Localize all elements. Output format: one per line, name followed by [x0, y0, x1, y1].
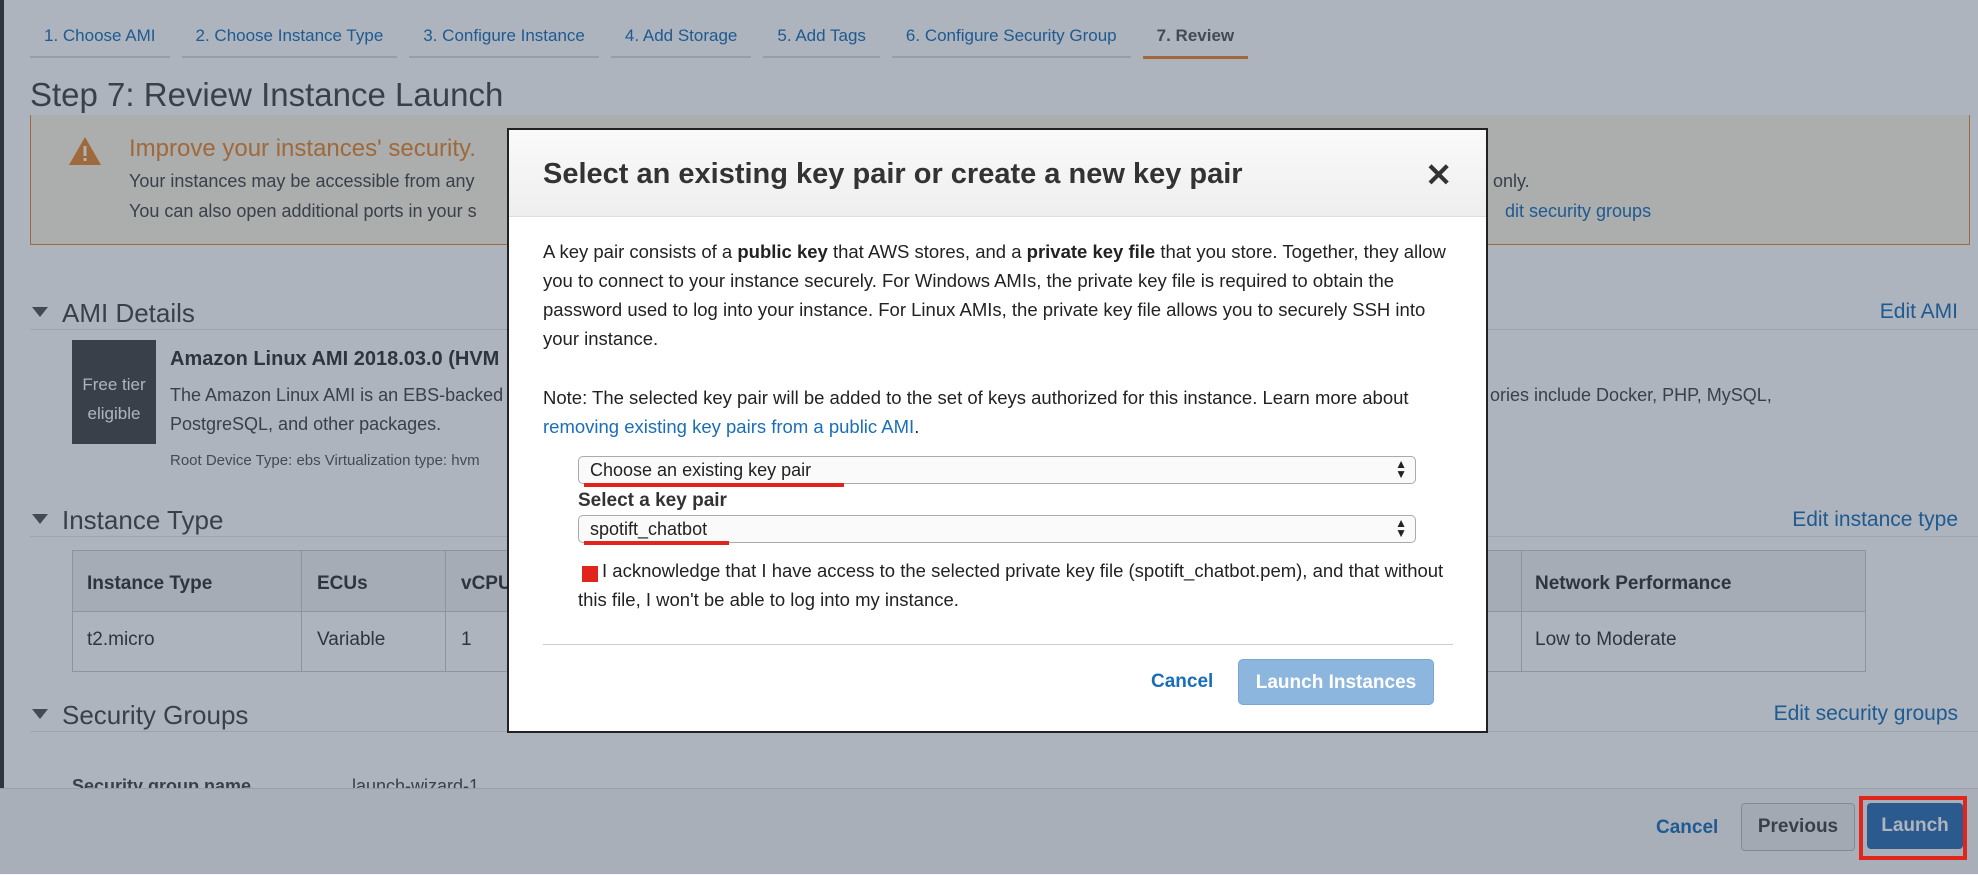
acknowledge-text: I acknowledge that I have access to the …	[578, 560, 1444, 610]
select-key-pair-label: Select a key pair	[578, 490, 727, 511]
key-pair-note: Note: The selected key pair will be adde…	[543, 383, 1463, 441]
text-bold: private key file	[1026, 241, 1156, 262]
key-pair-mode-select[interactable]: Choose an existing key pair ▲ ▼	[578, 456, 1416, 484]
text-part: A key pair consists of a	[543, 241, 738, 262]
divider	[543, 644, 1453, 645]
select-value: spotift_chatbot	[590, 519, 708, 539]
key-pair-dialog: Select an existing key pair or create a …	[507, 128, 1488, 733]
text-part: .	[914, 416, 920, 437]
select-value: Choose an existing key pair	[590, 460, 812, 480]
close-icon[interactable]: ✕	[1425, 156, 1452, 194]
dialog-title: Select an existing key pair or create a …	[543, 158, 1243, 190]
annotation-underline	[584, 483, 844, 487]
text-bold: public key	[737, 241, 828, 262]
launch-highlight-box	[1859, 796, 1967, 860]
annotation-underline	[584, 541, 729, 545]
key-pair-select[interactable]: spotift_chatbot ▲ ▼	[578, 515, 1416, 543]
text-part: Note: The selected key pair will be adde…	[543, 387, 1409, 408]
select-arrows-icon: ▲ ▼	[1395, 457, 1407, 481]
launch-instances-button[interactable]: Launch Instances	[1238, 659, 1434, 705]
select-arrows-icon: ▲ ▼	[1395, 516, 1407, 540]
dialog-cancel-button[interactable]: Cancel	[1151, 671, 1213, 693]
key-pair-explanation: A key pair consists of a public key that…	[543, 237, 1463, 353]
text-part: that AWS stores, and a	[827, 241, 1027, 262]
dialog-header: Select an existing key pair or create a …	[509, 130, 1486, 217]
removing-key-pairs-link[interactable]: removing existing key pairs from a publi…	[543, 416, 914, 437]
